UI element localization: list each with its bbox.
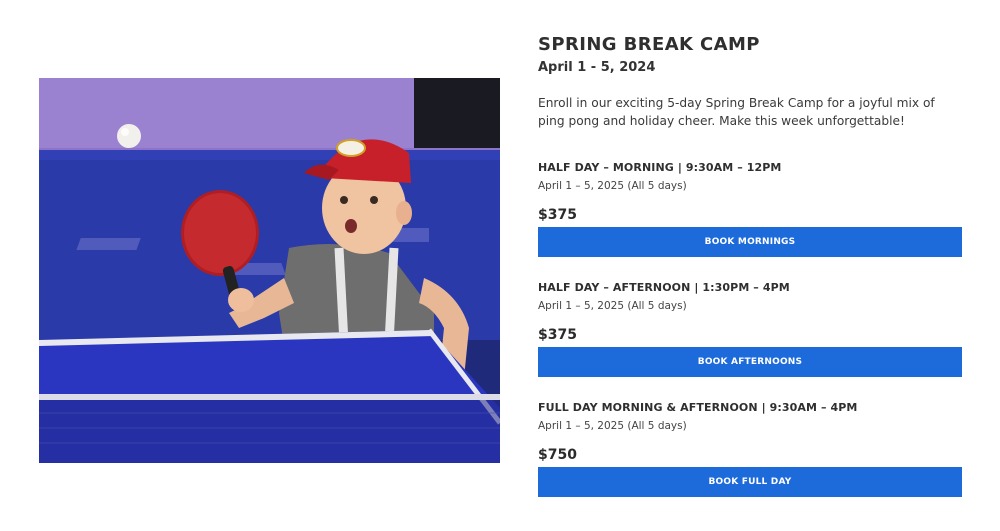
book-full-day-button[interactable]: BOOK FULL DAY xyxy=(538,467,962,497)
camp-photo xyxy=(39,78,500,463)
option-half-day-afternoon: HALF DAY – AFTERNOON | 1:30PM – 4PM Apri… xyxy=(538,281,962,381)
camp-description: Enroll in our exciting 5-day Spring Brea… xyxy=(538,96,935,128)
camp-dates: April 1 - 5, 2024 xyxy=(538,60,656,75)
option-price: $375 xyxy=(538,327,577,343)
book-mornings-button[interactable]: BOOK MORNINGS xyxy=(538,227,962,257)
option-dates: April 1 – 5, 2025 (All 5 days) xyxy=(538,180,687,192)
option-heading: HALF DAY – MORNING | 9:30AM – 12PM xyxy=(538,161,782,174)
book-afternoons-button[interactable]: BOOK AFTERNOONS xyxy=(538,347,962,377)
option-price: $750 xyxy=(538,447,577,463)
option-half-day-morning: HALF DAY – MORNING | 9:30AM – 12PM April… xyxy=(538,161,962,261)
option-dates: April 1 – 5, 2025 (All 5 days) xyxy=(538,420,687,432)
camp-title: SPRING BREAK CAMP xyxy=(538,34,760,55)
option-full-day: FULL DAY MORNING & AFTERNOON | 9:30AM – … xyxy=(538,401,962,501)
option-heading: HALF DAY – AFTERNOON | 1:30PM – 4PM xyxy=(538,281,790,294)
child-ping-pong-image xyxy=(39,78,500,463)
option-price: $375 xyxy=(538,207,577,223)
option-heading: FULL DAY MORNING & AFTERNOON | 9:30AM – … xyxy=(538,401,858,414)
option-dates: April 1 – 5, 2025 (All 5 days) xyxy=(538,300,687,312)
